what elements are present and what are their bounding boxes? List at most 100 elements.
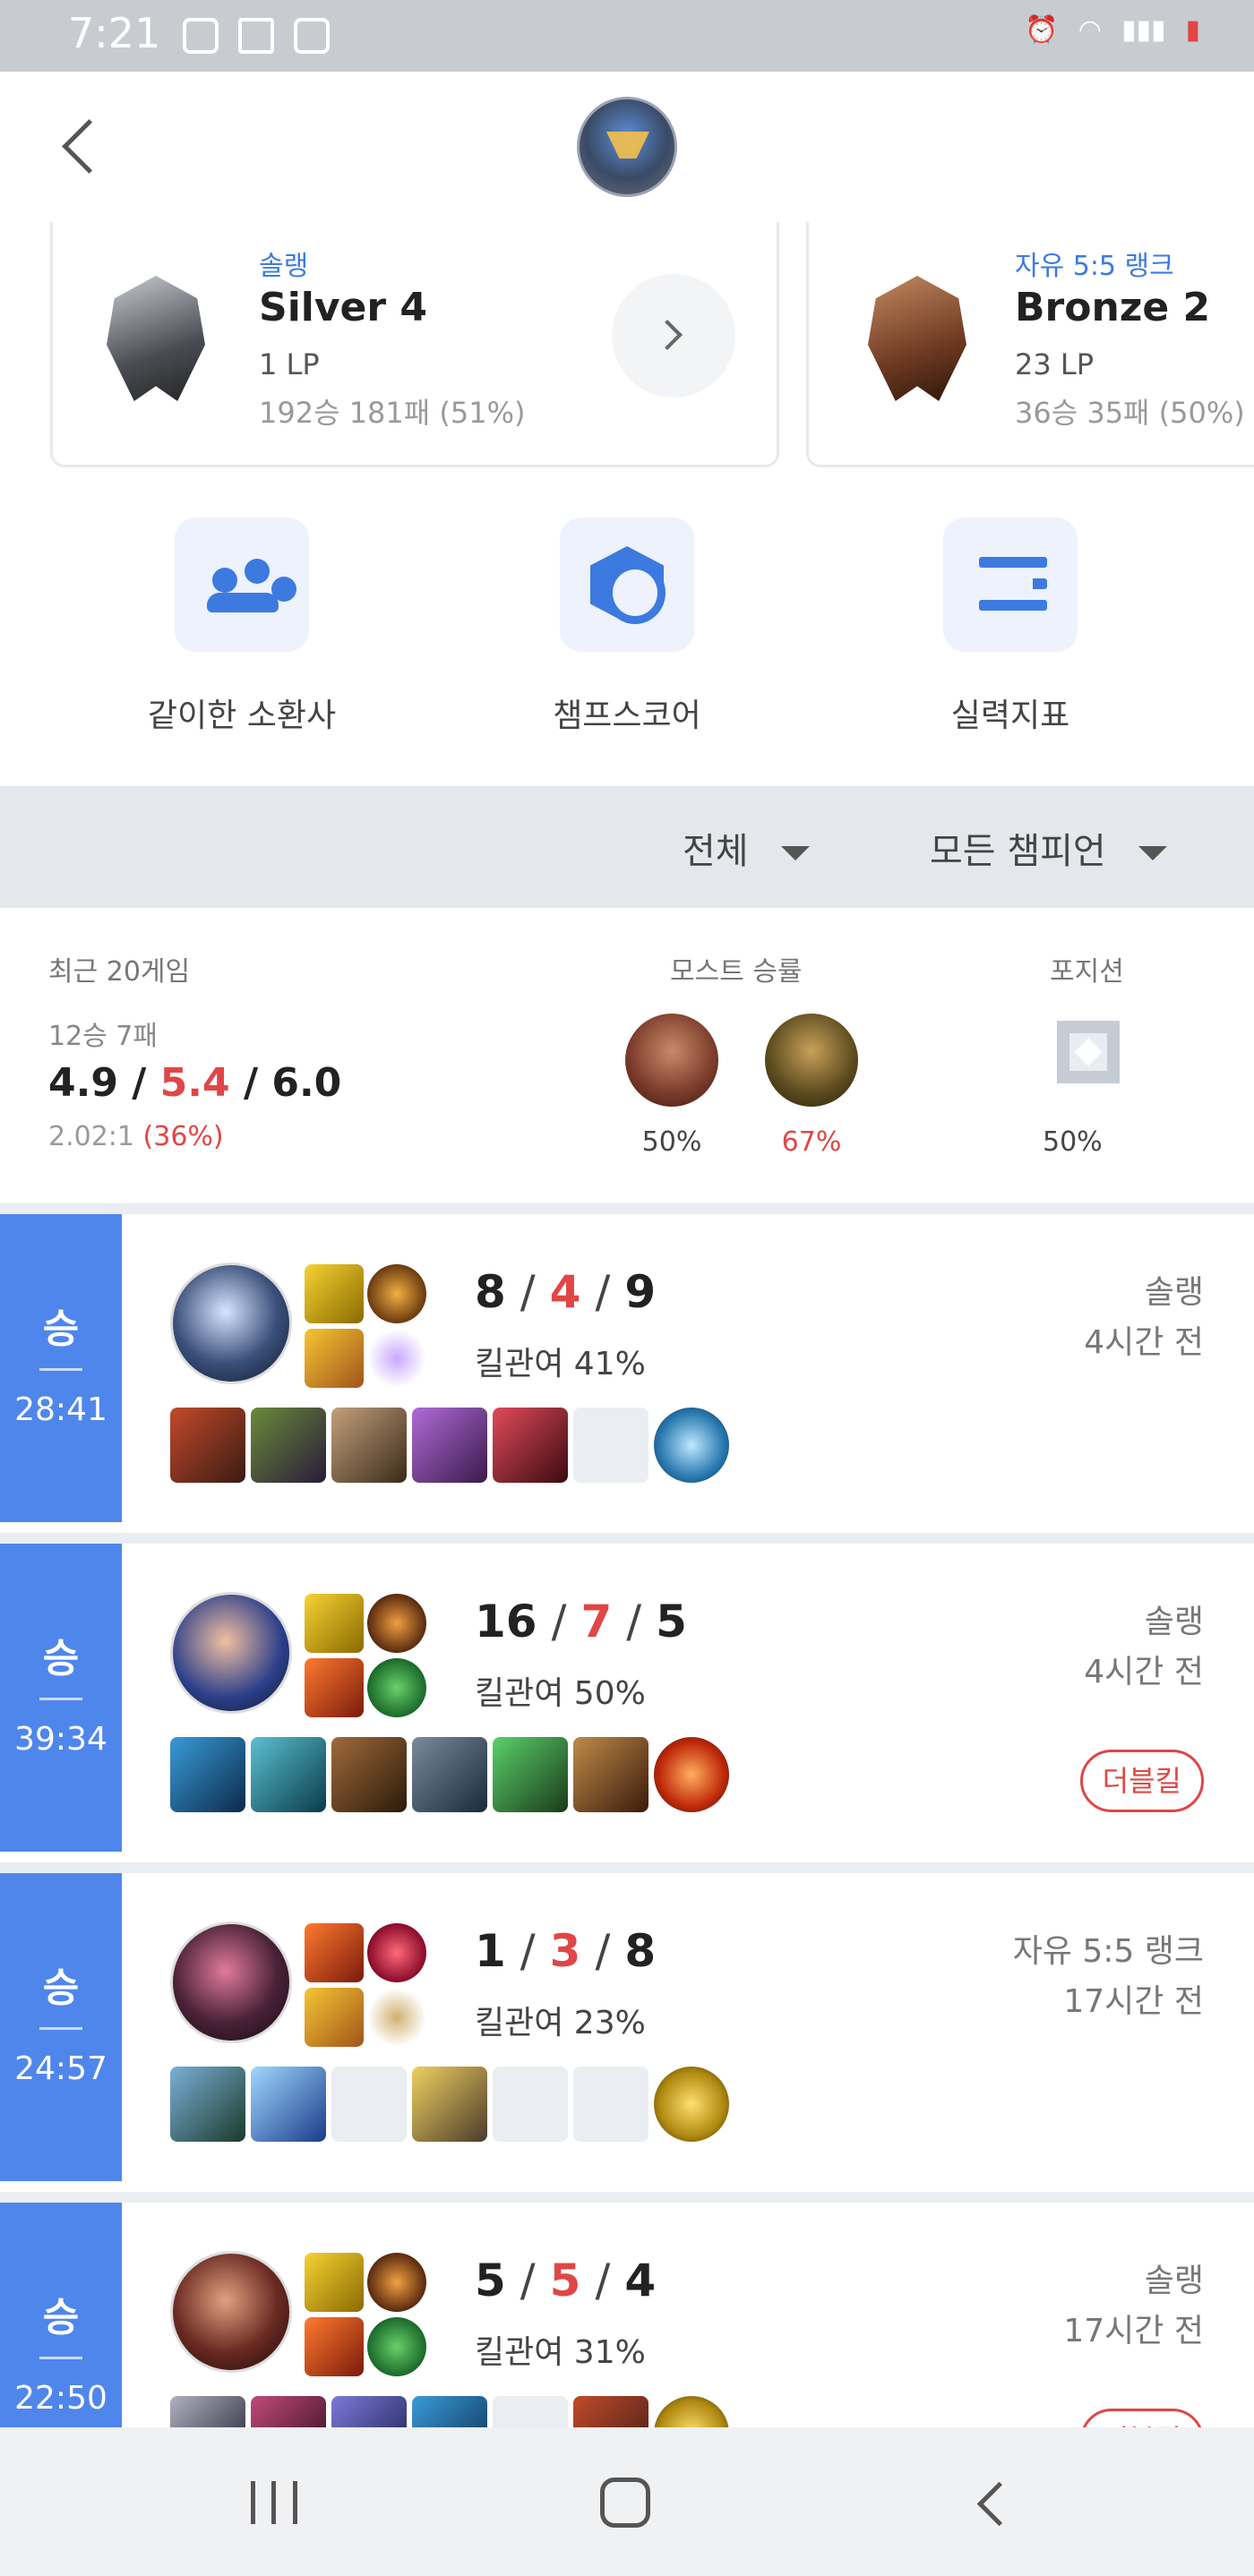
- caret-down-icon: [1138, 846, 1167, 860]
- champion-portrait: [625, 1014, 718, 1107]
- rune-icon: [367, 1923, 426, 1982]
- home-icon[interactable]: [600, 2478, 650, 2528]
- shortcut-played-with[interactable]: 같이한 소환사: [125, 518, 358, 736]
- shortcut-label: 같이한 소환사: [147, 697, 337, 734]
- match-result-strip: 승 39:34: [0, 1544, 122, 1852]
- champion-portrait: [170, 1592, 292, 1714]
- most-champion-winrate: 50%: [641, 1126, 702, 1158]
- item-icon: [412, 1737, 487, 1812]
- match-card[interactable]: 승 22:50 5/5/4 킬관여 31% 솔랭 17시간 전 더블킬: [0, 2192, 1254, 2427]
- position-icon: [1057, 1021, 1120, 1083]
- shortcut-skill-index[interactable]: 실력지표: [894, 518, 1127, 736]
- spell-icon: [305, 1988, 364, 2047]
- rank-card-solo[interactable]: 솔랭 Silver 4 1 LP 192승 181패 (51%): [50, 222, 779, 467]
- match-kda: 5/5/4: [475, 2255, 657, 2306]
- match-result: 승: [42, 1306, 80, 1352]
- rank-tier: Silver 4: [259, 285, 428, 330]
- item-icon: [331, 2396, 407, 2427]
- rune-icon: [367, 1594, 426, 1653]
- item-icon: [493, 1737, 568, 1812]
- match-result: 승: [42, 1636, 80, 1682]
- match-card[interactable]: 승 39:34 16/7/5 킬관여 50% 솔랭 4시간 전 더블킬: [0, 1533, 1254, 1852]
- item-icon: [170, 2067, 245, 2142]
- system-nav-bar: [0, 2427, 1254, 2576]
- match-time-ago: 17시간 전: [1063, 2313, 1204, 2349]
- secondary-rune-icon: [367, 1988, 426, 2047]
- hexagon-icon: [560, 518, 694, 652]
- ignite-spell-icon: [305, 1923, 364, 1982]
- champion-portrait: [170, 1921, 292, 2043]
- champion-filter-dropdown[interactable]: 모든 챔피언: [930, 822, 1167, 874]
- match-time-ago: 4시간 전: [1084, 1324, 1204, 1361]
- match-kda: 16/7/5: [475, 1596, 687, 1647]
- match-result-strip: 승 24:57: [0, 1873, 122, 2181]
- empty-item-slot: [493, 2067, 568, 2142]
- wifi-icon: ◠: [1078, 14, 1102, 46]
- signal-icon: ▮▮▮: [1121, 14, 1166, 46]
- item-icon: [170, 2396, 245, 2427]
- status-time: 7:21: [68, 9, 161, 57]
- champion-portrait: [170, 1262, 292, 1384]
- recent-games-title: 최근 20게임: [48, 956, 191, 988]
- most-champion-1[interactable]: 50%: [625, 1014, 718, 1158]
- champion-filter-label: 모든 챔피언: [930, 831, 1106, 872]
- recent-summary: 최근 20게임 모스트 승률 포지션 12승 7패 4.9 / 5.4 / 6.…: [0, 908, 1254, 1203]
- empty-item-slot: [331, 2067, 407, 2142]
- item-icon: [251, 2067, 326, 2142]
- multikill-badge: 더블킬: [1079, 2409, 1204, 2427]
- ignite-spell-icon: [305, 2317, 364, 2376]
- flash-spell-icon: [305, 1594, 364, 1653]
- rank-queue: 솔랭: [259, 251, 309, 282]
- back-arrow-icon[interactable]: [57, 113, 107, 181]
- champion-portrait: [765, 1014, 858, 1107]
- back-icon[interactable]: [967, 2481, 1010, 2524]
- most-champion-2[interactable]: 67%: [765, 1014, 858, 1158]
- ward-icon: [654, 2396, 729, 2427]
- item-icon: [573, 1737, 648, 1812]
- item-row: [170, 2067, 729, 2142]
- secondary-rune-icon: [367, 1329, 426, 1388]
- queue-filter-label: 전체: [683, 831, 749, 872]
- match-result: 승: [42, 2295, 80, 2341]
- app-header: [0, 72, 1254, 222]
- rank-record: 192승 181패 (51%): [259, 396, 526, 430]
- alarm-icon: ⏰: [1025, 14, 1059, 46]
- secondary-rune-icon: [367, 1658, 426, 1717]
- rune-icon: [367, 2253, 426, 2312]
- queue-filter-dropdown[interactable]: 전체: [683, 822, 810, 874]
- item-icon: [331, 1737, 407, 1812]
- item-row: [170, 1737, 729, 1812]
- rank-lp: 1 LP: [259, 347, 320, 381]
- most-champion-winrate: 67%: [781, 1126, 842, 1158]
- multikill-badge: 더블킬: [1079, 1750, 1204, 1812]
- stats-icon: [294, 18, 330, 54]
- chevron-right-icon[interactable]: [612, 274, 735, 398]
- item-icon: [251, 1408, 326, 1483]
- recent-apps-icon[interactable]: [251, 2481, 297, 2524]
- filter-bar: 전체 모든 챔피언: [0, 786, 1254, 908]
- spell-icon: [305, 1329, 364, 1388]
- bronze-emblem-icon: [868, 276, 966, 401]
- rune-icon: [367, 1264, 426, 1323]
- shortcut-label: 실력지표: [950, 697, 1070, 734]
- rank-record: 36승 35패 (50%): [1015, 396, 1245, 430]
- item-icon: [493, 1408, 568, 1483]
- match-result: 승: [42, 1965, 80, 2011]
- item-icon: [412, 2067, 487, 2142]
- match-time-ago: 4시간 전: [1084, 1654, 1204, 1690]
- match-card[interactable]: 승 24:57 1/3/8 킬관여 23% 자유 5:5 랭크 17시간 전: [0, 1862, 1254, 2181]
- ward-icon: [654, 1737, 729, 1812]
- rank-card-flex[interactable]: 자유 5:5 랭크 Bronze 2 23 LP 36승 35패 (50%): [806, 222, 1254, 467]
- profile-avatar[interactable]: [577, 97, 677, 197]
- item-icon: [251, 1737, 326, 1812]
- item-icon: [412, 1408, 487, 1483]
- shortcut-label: 챔프스코어: [553, 697, 701, 734]
- match-queue: 자유 5:5 랭크: [1012, 1933, 1204, 1970]
- kda-ratio: 2.02:1 (36%): [48, 1121, 224, 1152]
- match-queue: 솔랭: [1144, 1274, 1204, 1311]
- position-pct: 50%: [1043, 1126, 1103, 1158]
- shortcut-champ-score[interactable]: 챔프스코어: [511, 518, 743, 736]
- match-queue: 솔랭: [1144, 1604, 1204, 1640]
- champion-portrait: [170, 2251, 292, 2373]
- match-card[interactable]: 승 28:41 8/4/9 킬관여 41% 솔랭 4시간 전: [0, 1203, 1254, 1522]
